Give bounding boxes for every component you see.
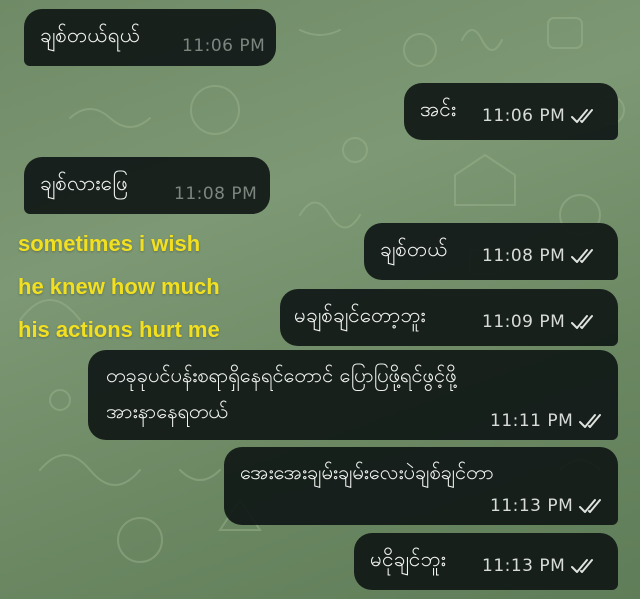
caption-line: his actions hurt me <box>18 317 220 342</box>
message-bubble-outgoing[interactable]: တခုခုပင်ပန်းစရာရှိနေရင်တောင် ပြောပြဖို့ရ… <box>88 350 618 440</box>
caption-line: he knew how much <box>18 274 220 299</box>
caption-line: sometimes i wish <box>18 231 201 256</box>
double-check-icon <box>579 414 602 428</box>
message-bubble-outgoing[interactable]: မချစ်ချင်တော့ဘူး 11:09 PM <box>280 289 618 346</box>
message-timestamp: 11:09 PM <box>482 311 566 332</box>
double-check-icon <box>571 248 594 263</box>
message-bubble-incoming[interactable]: ချစ်တယ်ရယ် 11:06 PM <box>24 9 276 66</box>
message-timestamp: 11:08 PM <box>482 245 566 266</box>
message-text: အေးအေးချမ်းချမ်းလေးပဲချစ်ချင်တာ <box>240 460 494 484</box>
double-check-icon <box>571 558 594 573</box>
message-bubble-outgoing[interactable]: ချစ်တယ် 11:08 PM <box>364 223 618 280</box>
double-check-icon <box>571 314 594 329</box>
double-check-icon <box>579 499 602 513</box>
double-check-icon <box>571 108 594 123</box>
message-timestamp: 11:13 PM <box>482 555 566 576</box>
message-text: ချစ်လားဖြေ <box>40 171 128 195</box>
message-timestamp: 11:13 PM <box>490 496 574 516</box>
message-bubble-outgoing[interactable]: မငိုချင်ဘူး 11:13 PM <box>354 533 618 590</box>
message-bubble-outgoing[interactable]: အင်း 11:06 PM <box>404 83 618 140</box>
message-text: အင်း <box>420 97 457 121</box>
message-bubble-outgoing[interactable]: အေးအေးချမ်းချမ်းလေးပဲချစ်ချင်တာ 11:13 PM <box>224 447 618 525</box>
overlay-caption: sometimes i wish he knew how much his ac… <box>18 222 220 351</box>
message-timestamp: 11:06 PM <box>182 35 266 56</box>
message-bubble-incoming[interactable]: ချစ်လားဖြေ 11:08 PM <box>24 157 270 214</box>
message-timestamp: 11:08 PM <box>174 183 258 204</box>
message-text-line: တခုခုပင်ပန်းစရာရှိနေရင်တောင် ပြောပြဖို့ရ… <box>106 363 457 387</box>
message-text: ချစ်တယ်ရယ် <box>40 23 141 47</box>
message-text: မချစ်ချင်တော့ဘူး <box>294 303 426 327</box>
message-text-line: အားနာနေရတယ် <box>106 399 228 423</box>
message-timestamp: 11:11 PM <box>490 411 574 431</box>
message-text: မငိုချင်ဘူး <box>370 547 446 571</box>
message-timestamp: 11:06 PM <box>482 105 566 126</box>
message-text: ချစ်တယ် <box>380 237 448 261</box>
